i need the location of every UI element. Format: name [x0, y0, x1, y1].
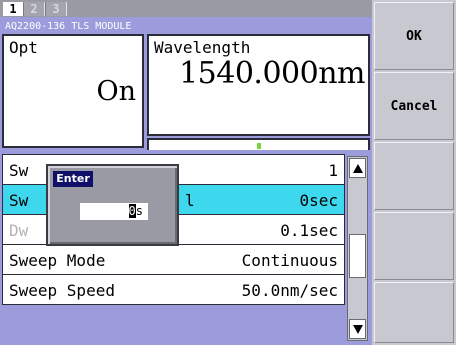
list-item-sweep-speed[interactable]: Sweep Speed 50.0nm/sec [2, 274, 345, 305]
list-item-fragment: l [185, 191, 195, 210]
opt-value: On [96, 76, 136, 107]
softkey-5[interactable] [374, 282, 454, 343]
enter-value-input[interactable]: 0s [80, 203, 148, 220]
wavelength-label: Wavelength [154, 38, 251, 57]
cancel-button[interactable]: Cancel [374, 72, 454, 140]
list-item-value: 1 [328, 161, 338, 180]
module-title: AQ2200-136 TLS MODULE [5, 21, 132, 32]
list-item-label: Sw [9, 161, 29, 180]
list-item-label: Dw [9, 221, 29, 240]
list-item-sweep-mode[interactable]: Sweep Mode Continuous [2, 244, 345, 275]
opt-label: Opt [9, 38, 38, 57]
wavelength-box[interactable]: Wavelength 1540.000nm [147, 34, 370, 136]
cancel-button-label: Cancel [390, 99, 438, 114]
scroll-up-button[interactable] [349, 158, 366, 178]
enter-dialog: Enter 0s [46, 164, 179, 246]
wavelength-marker [257, 143, 261, 149]
scrollbar-thumb[interactable] [349, 234, 366, 278]
input-unit: s [135, 204, 143, 218]
input-cursor: 0 [128, 204, 136, 218]
list-item-label: Sweep Speed [9, 281, 115, 300]
tab-2[interactable]: 2 [23, 2, 45, 16]
scroll-down-button[interactable] [349, 319, 366, 339]
enter-dialog-title: Enter [53, 171, 93, 187]
list-item-value: 0sec [299, 191, 338, 210]
triangle-down-icon [353, 325, 363, 334]
list-item-label: Sweep Mode [9, 251, 106, 270]
ok-button[interactable]: OK [374, 2, 454, 70]
opt-box[interactable]: Opt On [2, 34, 144, 148]
ok-button-label: OK [406, 29, 422, 44]
softkey-column: OK Cancel [372, 0, 456, 345]
wavelength-indicator [147, 138, 370, 150]
wavelength-value: 1540.000nm [179, 56, 365, 91]
tab-3[interactable]: 3 [45, 2, 67, 16]
tab-1[interactable]: 1 [3, 2, 23, 16]
softkey-4[interactable] [374, 212, 454, 280]
scrollbar[interactable] [347, 156, 368, 341]
list-item-value: 0.1sec [280, 221, 338, 240]
list-item-value: Continuous [241, 251, 338, 270]
triangle-up-icon [353, 164, 363, 173]
list-item-value: 50.0nm/sec [241, 281, 338, 300]
tab-bar: 1 2 3 [0, 0, 372, 17]
tls-module-screen: 1 2 3 AQ2200-136 TLS MODULE Opt On Wavel… [0, 0, 456, 345]
list-item-label: Sw [9, 191, 29, 210]
softkey-3[interactable] [374, 142, 454, 210]
